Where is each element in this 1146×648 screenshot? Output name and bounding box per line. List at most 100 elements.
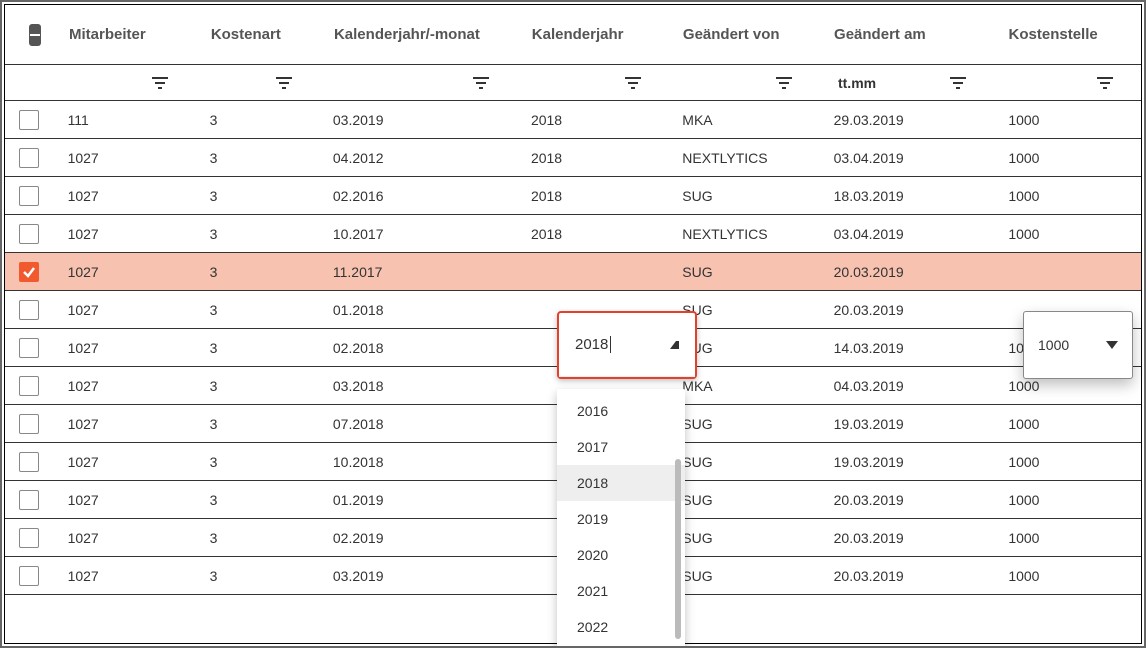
cell-mitarbeiter: 1027 [54, 405, 196, 442]
chevron-up-icon[interactable] [670, 341, 679, 349]
year-option[interactable]: 2018 [557, 465, 685, 501]
cell-kalenderjahr-monat: 01.2019 [319, 481, 517, 518]
year-option[interactable]: 2017 [557, 429, 685, 465]
table-row[interactable]: 1027310.20172018NEXTLYTICS03.04.20191000 [5, 215, 1141, 253]
year-dropdown[interactable]: 2018 2016201720182019202020212022 [557, 311, 697, 379]
kostenstelle-dropdown[interactable]: 1000 [1023, 311, 1133, 379]
chevron-down-icon[interactable] [1106, 341, 1118, 349]
filter-icon[interactable] [776, 74, 792, 92]
header-kalenderjahr-monat[interactable]: Kalenderjahr/-monat [320, 5, 518, 64]
cell-kalenderjahr: 2018 [517, 177, 668, 214]
cell-kostenstelle: 1000 [994, 215, 1141, 252]
cell-mitarbeiter: 1027 [54, 329, 196, 366]
row-checkbox[interactable] [19, 414, 39, 434]
filter-icon[interactable] [473, 74, 489, 92]
year-option[interactable]: 2021 [557, 573, 685, 609]
cell-kostenstelle: 1000 [994, 557, 1141, 594]
cell-kalenderjahr-monat: 02.2016 [319, 177, 517, 214]
header-geaendert-von[interactable]: Geändert von [669, 5, 820, 64]
table-row[interactable]: 1027311.2017SUG20.03.2019 [5, 253, 1141, 291]
filter-row: tt.mm [5, 65, 1141, 101]
header-kostenart[interactable]: Kostenart [197, 5, 320, 64]
row-checkbox[interactable] [19, 338, 39, 358]
cell-kalenderjahr-monat: 11.2017 [319, 253, 517, 290]
cell-kalenderjahr-monat: 01.2018 [319, 291, 517, 328]
cell-mitarbeiter: 1027 [54, 253, 196, 290]
row-checkbox[interactable] [19, 452, 39, 472]
cell-kostenstelle: 1000 [994, 177, 1141, 214]
filter-icon[interactable] [950, 74, 966, 92]
cell-geaendert-von: NEXTLYTICS [668, 215, 819, 252]
cell-kalenderjahr: 2018 [517, 215, 668, 252]
row-checkbox[interactable] [19, 224, 39, 244]
cell-kalenderjahr-monat: 03.2018 [319, 367, 517, 404]
filter-icon[interactable] [625, 74, 641, 92]
cell-geaendert-von: NEXTLYTICS [668, 139, 819, 176]
cell-geaendert-am: 18.03.2019 [820, 177, 995, 214]
cell-geaendert-von: SUG [668, 519, 819, 556]
header-kalenderjahr[interactable]: Kalenderjahr [518, 5, 669, 64]
cell-kostenart: 3 [196, 519, 319, 556]
cell-geaendert-von: SUG [668, 557, 819, 594]
cell-mitarbeiter: 1027 [54, 291, 196, 328]
cell-geaendert-am: 03.04.2019 [820, 215, 995, 252]
row-checkbox[interactable] [19, 262, 39, 282]
year-option[interactable]: 2022 [557, 609, 685, 645]
table-row[interactable]: 1027304.20122018NEXTLYTICS03.04.20191000 [5, 139, 1141, 177]
year-option[interactable]: 2019 [557, 501, 685, 537]
row-checkbox[interactable] [19, 148, 39, 168]
table-row[interactable]: 111303.20192018MKA29.03.20191000 [5, 101, 1141, 139]
cell-geaendert-am: 19.03.2019 [820, 443, 995, 480]
row-checkbox[interactable] [19, 566, 39, 586]
cell-geaendert-von: SUG [668, 443, 819, 480]
table-header-row: Mitarbeiter Kostenart Kalenderjahr/-mona… [5, 5, 1141, 65]
cell-geaendert-am: 14.03.2019 [820, 329, 995, 366]
cell-geaendert-am: 20.03.2019 [820, 291, 995, 328]
header-kostenstelle[interactable]: Kostenstelle [995, 5, 1141, 64]
select-all-checkbox[interactable] [29, 24, 41, 46]
cell-kostenart: 3 [196, 215, 319, 252]
year-option[interactable]: 2016 [557, 393, 685, 429]
cell-kostenart: 3 [196, 443, 319, 480]
row-checkbox[interactable] [19, 300, 39, 320]
row-checkbox[interactable] [19, 110, 39, 130]
cell-kalenderjahr-monat: 02.2019 [319, 519, 517, 556]
cell-kostenart: 3 [196, 481, 319, 518]
cell-kostenart: 3 [196, 367, 319, 404]
row-checkbox[interactable] [19, 528, 39, 548]
cell-mitarbeiter: 1027 [54, 481, 196, 518]
cell-kalenderjahr [517, 253, 668, 290]
row-checkbox[interactable] [19, 376, 39, 396]
cell-kalenderjahr-monat: 03.2019 [319, 557, 517, 594]
cell-geaendert-am: 20.03.2019 [820, 253, 995, 290]
cell-kostenstelle: 1000 [994, 405, 1141, 442]
row-checkbox[interactable] [19, 186, 39, 206]
table-row[interactable]: 1027302.20162018SUG18.03.20191000 [5, 177, 1141, 215]
header-mitarbeiter[interactable]: Mitarbeiter [55, 5, 197, 64]
cell-geaendert-von: SUG [668, 481, 819, 518]
cell-kostenstelle [994, 253, 1141, 290]
header-geaendert-am[interactable]: Geändert am [820, 5, 994, 64]
cell-kostenart: 3 [196, 139, 319, 176]
cell-kostenart: 3 [196, 177, 319, 214]
year-option[interactable]: 2020 [557, 537, 685, 573]
cell-mitarbeiter: 1027 [54, 557, 196, 594]
cell-mitarbeiter: 1027 [54, 367, 196, 404]
filter-icon[interactable] [1097, 74, 1113, 92]
cell-geaendert-von: MKA [668, 101, 819, 138]
cell-kostenart: 3 [196, 557, 319, 594]
cell-kalenderjahr-monat: 04.2012 [319, 139, 517, 176]
year-dropdown-value[interactable]: 2018 [575, 336, 611, 353]
cell-kostenart: 3 [196, 405, 319, 442]
scrollbar[interactable] [675, 459, 681, 639]
cell-geaendert-von: SUG [668, 405, 819, 442]
cell-mitarbeiter: 1027 [54, 519, 196, 556]
row-checkbox[interactable] [19, 490, 39, 510]
filter-date-input[interactable]: tt.mm [834, 75, 894, 91]
cell-kostenstelle: 1000 [994, 443, 1141, 480]
filter-icon[interactable] [152, 74, 168, 92]
filter-icon[interactable] [276, 74, 292, 92]
cell-kostenstelle: 1000 [994, 101, 1141, 138]
cell-kalenderjahr-monat: 02.2018 [319, 329, 517, 366]
cell-geaendert-am: 20.03.2019 [820, 481, 995, 518]
